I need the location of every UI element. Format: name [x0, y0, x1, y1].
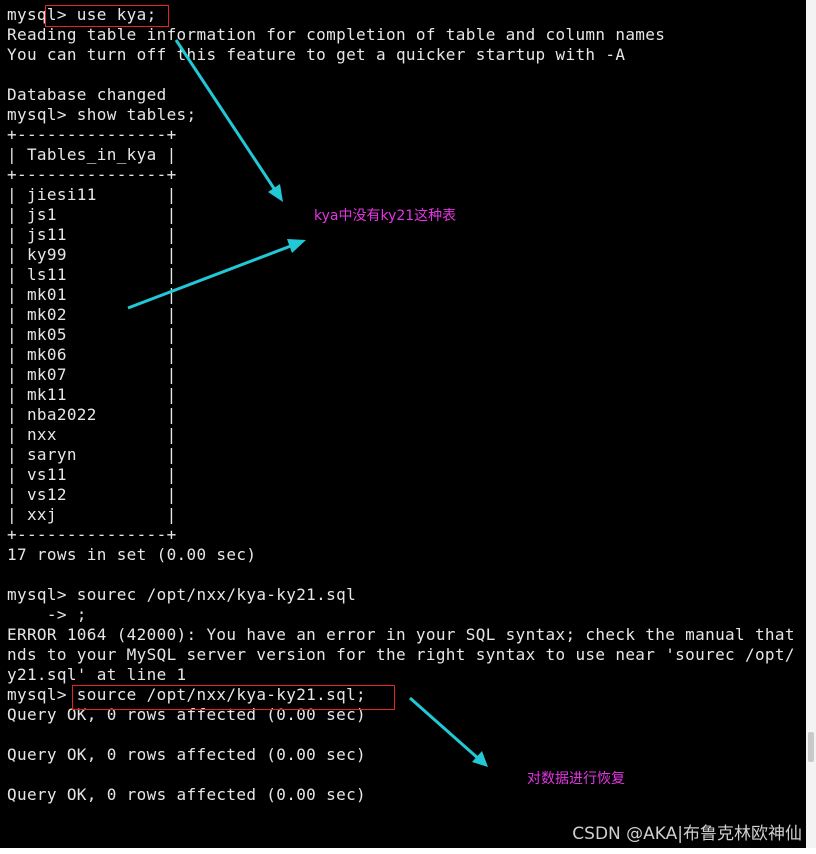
arrow-from-table-list	[127, 239, 306, 310]
screenshot-window: mysql> use kya; Reading table informatio…	[0, 0, 816, 854]
annotation-arrows	[127, 39, 488, 767]
csdn-watermark: CSDN @AKA|布鲁克林欧神仙	[572, 824, 802, 844]
arrow-to-restore-note	[409, 696, 488, 767]
restore-annotation: 对数据进行恢复	[527, 771, 625, 787]
no-table-annotation: kya中没有ky21这种表	[314, 208, 457, 224]
arrow-to-note-from-command	[174, 39, 283, 202]
